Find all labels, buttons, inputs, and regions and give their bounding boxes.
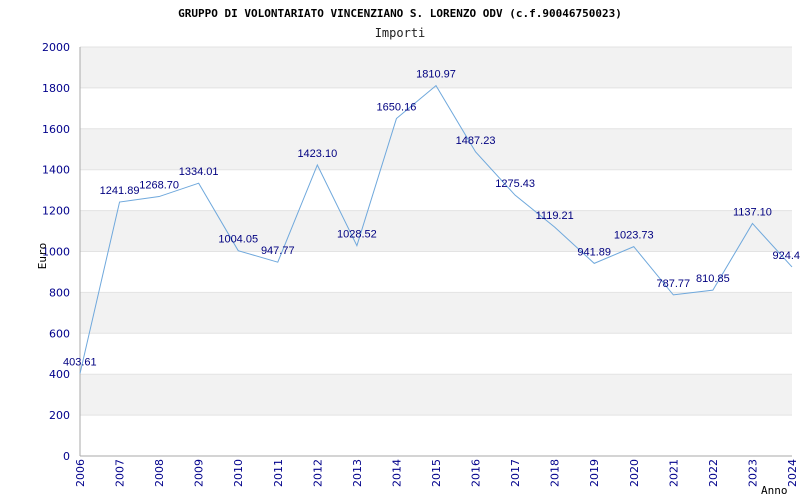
data-label: 1137.10: [733, 206, 772, 218]
data-label: 1268.70: [139, 180, 179, 192]
data-label: 787.77: [657, 278, 691, 290]
y-tick-label: 1400: [42, 164, 70, 177]
data-label: 1028.52: [337, 229, 377, 241]
chart-subtitle: Importi: [375, 26, 426, 40]
data-label: 1810.97: [416, 69, 456, 81]
data-label: 1241.89: [100, 185, 140, 197]
x-tick-label: 2012: [311, 459, 324, 487]
x-tick-label: 2010: [232, 459, 245, 487]
background-band: [80, 415, 792, 456]
chart-title: GRUPPO DI VOLONTARIATO VINCENZIANO S. LO…: [178, 7, 622, 20]
data-label: 1275.43: [495, 178, 535, 190]
x-tick-label: 2015: [430, 459, 443, 487]
y-tick-label: 2000: [42, 41, 70, 54]
y-axis-label: Euro: [36, 243, 49, 270]
x-tick-label: 2013: [351, 459, 364, 487]
background-band: [80, 128, 792, 170]
x-axis-label: Anno: [761, 484, 788, 497]
y-tick-label: 1600: [42, 123, 70, 136]
y-tick-label: 0: [63, 450, 70, 463]
y-tick-label: 1800: [42, 82, 70, 95]
x-tick-label: 2014: [390, 459, 403, 487]
data-label: 1023.73: [614, 230, 654, 242]
data-label: 1650.16: [377, 102, 417, 114]
x-tick-label: 2021: [667, 459, 680, 487]
data-label: 1334.01: [179, 166, 219, 178]
x-tick-label: 2020: [628, 459, 641, 487]
y-tick-label: 1200: [42, 205, 70, 218]
background-band: [80, 47, 792, 88]
data-label: 810.85: [696, 273, 730, 285]
x-tick-label: 2019: [588, 459, 601, 487]
background-band: [80, 87, 792, 129]
line-chart: 0200400600800100012001400160018002000 20…: [36, 7, 800, 497]
x-tick-label: 2024: [786, 459, 799, 487]
x-tick-label: 2011: [272, 459, 285, 487]
y-tick-label: 600: [49, 327, 70, 340]
x-tick-label: 2009: [193, 459, 206, 487]
background-band: [80, 333, 792, 375]
x-tick-label: 2007: [114, 459, 127, 487]
x-tick-label: 2008: [153, 459, 166, 487]
x-axis-ticks: 2006 2007 2008 2009 2010 2011 2012 2013 2014 2015…: [74, 459, 799, 487]
y-tick-label: 200: [49, 409, 70, 422]
data-label: 941.89: [577, 246, 611, 258]
y-tick-label: 400: [49, 368, 70, 381]
background-band: [80, 374, 792, 416]
x-tick-label: 2018: [549, 459, 562, 487]
data-label: 403.61: [63, 356, 97, 368]
x-tick-label: 2023: [746, 459, 759, 487]
data-label: 1423.10: [297, 148, 337, 160]
data-label: 1487.23: [456, 135, 496, 147]
x-tick-label: 2022: [707, 459, 720, 487]
data-label: 1004.05: [218, 234, 258, 246]
background-band: [80, 292, 792, 334]
background-band: [80, 210, 792, 252]
data-label: 924.4: [772, 250, 800, 262]
data-label: 1119.21: [536, 210, 574, 222]
x-tick-label: 2017: [509, 459, 522, 487]
data-label: 947.77: [261, 245, 295, 257]
y-tick-label: 800: [49, 286, 70, 299]
x-tick-label: 2006: [74, 459, 87, 487]
x-tick-label: 2016: [470, 459, 483, 487]
